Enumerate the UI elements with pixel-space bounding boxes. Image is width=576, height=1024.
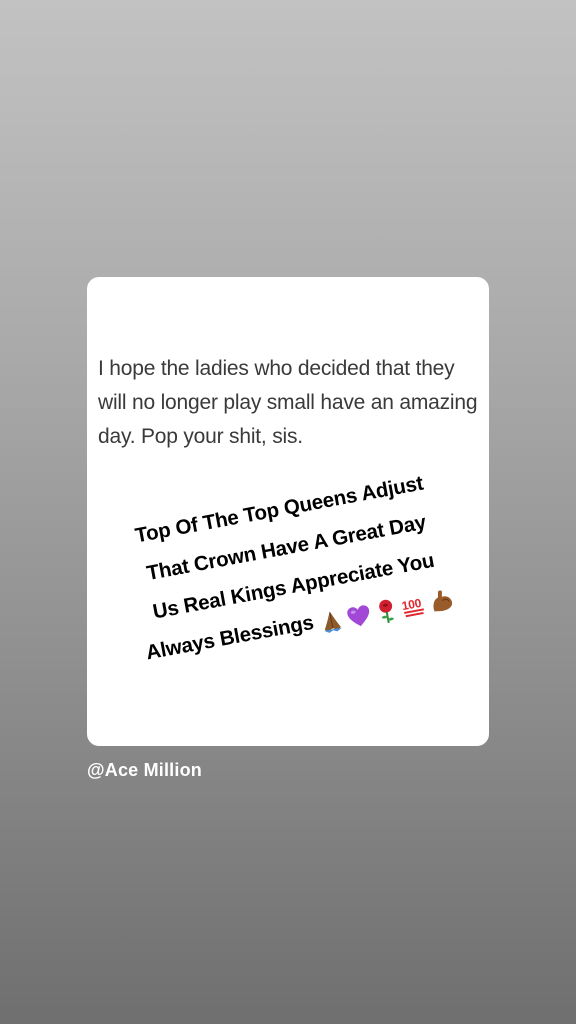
praying-hands-icon bbox=[316, 606, 346, 636]
caption-text-sticker[interactable]: Top Of The Top Queens Adjust That Crown … bbox=[87, 455, 489, 681]
story-card: I hope the ladies who decided that they … bbox=[87, 277, 489, 746]
attribution-handle[interactable]: @Ace Million bbox=[87, 760, 202, 781]
rose-icon bbox=[371, 596, 401, 626]
quote-text: I hope the ladies who decided that they … bbox=[98, 357, 478, 448]
hundred-points-icon: 100 bbox=[399, 591, 429, 621]
purple-heart-icon bbox=[344, 601, 374, 631]
flexed-biceps-icon bbox=[426, 585, 456, 615]
